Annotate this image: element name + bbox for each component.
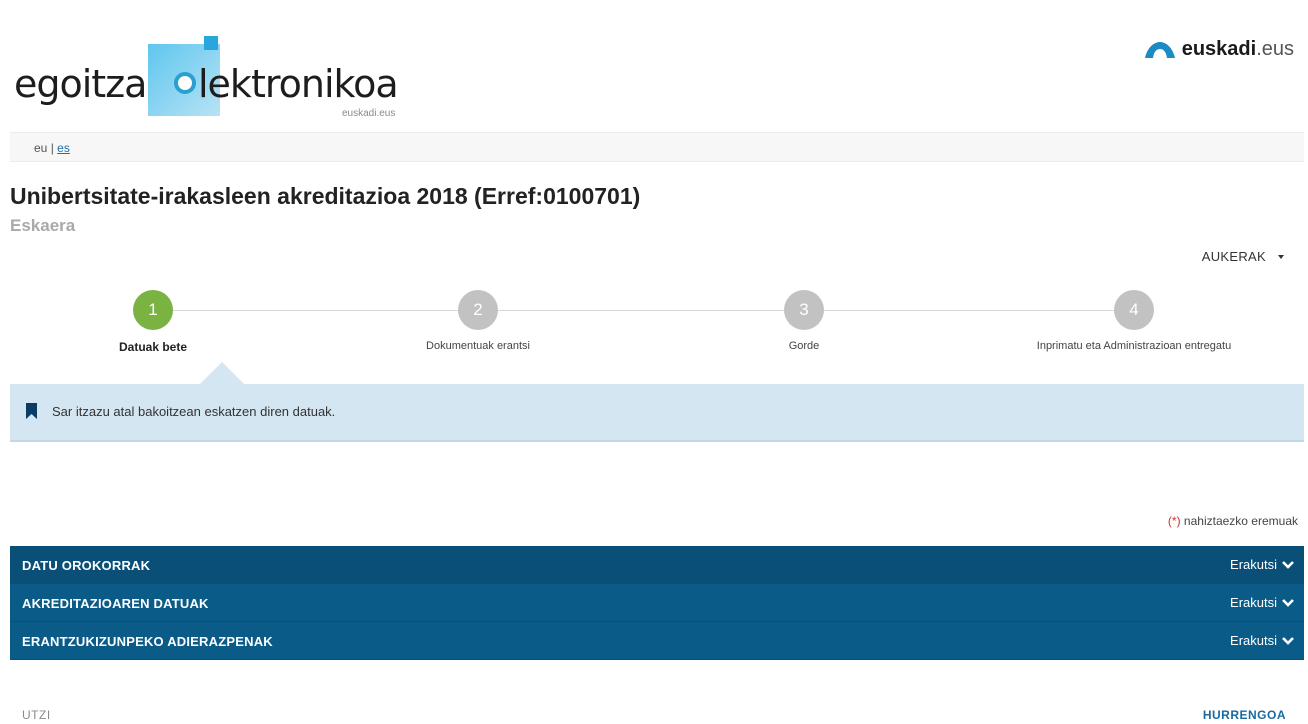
- section-datu-orokorrak[interactable]: DATU OROKORRAK Erakutsi: [10, 546, 1304, 584]
- step-number: 4: [1114, 290, 1154, 330]
- step-number: 1: [133, 290, 173, 330]
- language-bar: eu | es: [10, 132, 1304, 162]
- required-text: nahiztaezko eremuak: [1183, 514, 1298, 528]
- euskadi-arc-icon: [1144, 41, 1175, 58]
- step-3: 3 Gorde: [674, 290, 934, 352]
- toggle-label: Erakutsi: [1230, 557, 1277, 572]
- logo-word-elektronikoa: lektronikoa: [198, 62, 399, 106]
- cancel-button[interactable]: UTZI: [22, 708, 51, 722]
- section-toggle[interactable]: Erakutsi: [1230, 595, 1294, 610]
- next-button[interactable]: HURRENGOA: [1203, 708, 1286, 722]
- step-2: 2 Dokumentuak erantsi: [348, 290, 608, 352]
- section-toggle[interactable]: Erakutsi: [1230, 557, 1294, 572]
- info-message: Sar itzazu atal bakoitzean eskatzen dire…: [10, 384, 1304, 442]
- toggle-label: Erakutsi: [1230, 595, 1277, 610]
- step-number: 3: [784, 290, 824, 330]
- required-star: (*): [1167, 514, 1181, 528]
- section-toggle[interactable]: Erakutsi: [1230, 633, 1294, 648]
- step-label: Inprimatu eta Administrazioan entregatu: [1036, 340, 1232, 352]
- stepper-line: [152, 310, 1144, 311]
- chevron-down-icon: [1282, 636, 1294, 645]
- lang-current: eu: [34, 141, 48, 155]
- language-switcher: eu | es: [34, 141, 70, 155]
- toggle-label: Erakutsi: [1230, 633, 1277, 648]
- step-label: Datuak bete: [118, 340, 188, 354]
- options-label: AUKERAK: [1201, 249, 1266, 264]
- section-akreditazioaren-datuak[interactable]: AKREDITAZIOAREN DATUAK Erakutsi: [10, 584, 1304, 622]
- progress-stepper: 1 Datuak bete 2 Dokumentuak erantsi 3 Go…: [10, 290, 1304, 370]
- caret-down-icon: [1278, 254, 1284, 259]
- lang-es-link[interactable]: es: [57, 141, 70, 155]
- section-erantzukizunpeko-adierazpenak[interactable]: ERANTZUKIZUNPEKO ADIERAZPENAK Erakutsi: [10, 622, 1304, 660]
- step-label: Dokumentuak erantsi: [426, 340, 530, 352]
- page-title: Unibertsitate-irakasleen akreditazioa 20…: [10, 183, 641, 209]
- info-text: Sar itzazu atal bakoitzean eskatzen dire…: [52, 404, 336, 419]
- section-title: ERANTZUKIZUNPEKO ADIERAZPENAK: [22, 634, 273, 649]
- logo-e-icon: [174, 72, 196, 94]
- chevron-down-icon: [1282, 560, 1294, 569]
- section-title: DATU OROKORRAK: [22, 558, 151, 573]
- required-fields-note: (*) nahiztaezko eremuak: [1168, 514, 1298, 528]
- step-4: 4 Inprimatu eta Administrazioan entregat…: [1004, 290, 1264, 352]
- bookmark-icon: [26, 403, 37, 419]
- page-subtitle: Eskaera: [10, 216, 76, 235]
- lang-separator: |: [50, 141, 54, 155]
- options-dropdown[interactable]: AUKERAK: [1202, 249, 1284, 264]
- step-number: 2: [458, 290, 498, 330]
- chevron-down-icon: [1282, 598, 1294, 607]
- logo-word-egoitza: egoitza: [14, 62, 147, 106]
- site-logo[interactable]: egoitza lektronikoa euskadi.eus: [14, 30, 414, 120]
- section-title: AKREDITAZIOAREN DATUAK: [22, 596, 209, 611]
- form-sections: DATU OROKORRAK Erakutsi AKREDITAZIOAREN …: [10, 546, 1304, 660]
- logo-subtext: euskadi.eus: [342, 108, 396, 119]
- step-label: Gorde: [788, 340, 820, 352]
- euskadi-brand-text: euskadi.eus: [1181, 38, 1294, 60]
- euskadi-brand-link[interactable]: euskadi.eus: [1144, 38, 1294, 61]
- info-pointer: [200, 362, 244, 384]
- logo-dot-icon: [204, 36, 218, 50]
- step-1: 1 Datuak bete: [23, 290, 283, 354]
